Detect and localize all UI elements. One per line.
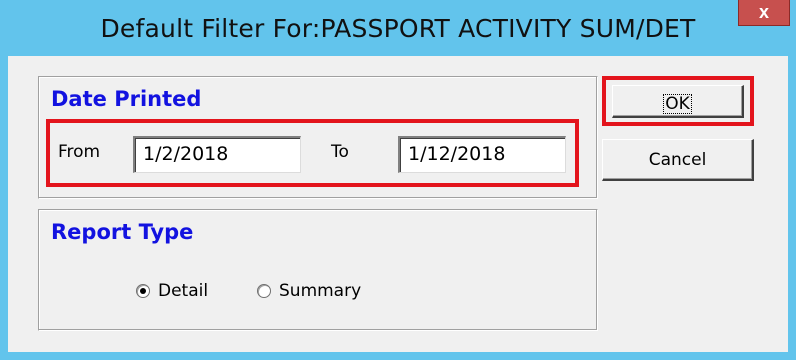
ok-button-label: OK bbox=[663, 94, 692, 114]
from-date-input[interactable]: 1/2/2018 bbox=[133, 136, 301, 173]
from-label: From bbox=[58, 142, 101, 162]
window-title: Default Filter For:PASSPORT ACTIVITY SUM… bbox=[100, 14, 696, 43]
close-button[interactable]: x bbox=[738, 0, 790, 26]
radio-summary-circle[interactable] bbox=[257, 284, 271, 298]
radio-detail-label: Detail bbox=[158, 281, 209, 301]
ok-button[interactable]: OK bbox=[612, 85, 744, 118]
report-type-title: Report Type bbox=[51, 220, 194, 244]
to-label: To bbox=[331, 142, 349, 162]
dialog-window: Default Filter For:PASSPORT ACTIVITY SUM… bbox=[0, 0, 796, 360]
radio-detail-circle[interactable] bbox=[136, 284, 150, 298]
radio-summary-label: Summary bbox=[279, 281, 362, 301]
cancel-button-label: Cancel bbox=[648, 150, 707, 170]
report-type-group: Report Type bbox=[38, 209, 598, 331]
cancel-button[interactable]: Cancel bbox=[602, 139, 754, 181]
dialog-client-area: Date Printed From 1/2/2018 To 1/12/2018 … bbox=[8, 56, 788, 352]
to-date-input[interactable]: 1/12/2018 bbox=[398, 136, 566, 173]
date-printed-title: Date Printed bbox=[51, 87, 202, 111]
close-icon: x bbox=[758, 2, 769, 22]
radio-selected-dot bbox=[140, 288, 146, 294]
